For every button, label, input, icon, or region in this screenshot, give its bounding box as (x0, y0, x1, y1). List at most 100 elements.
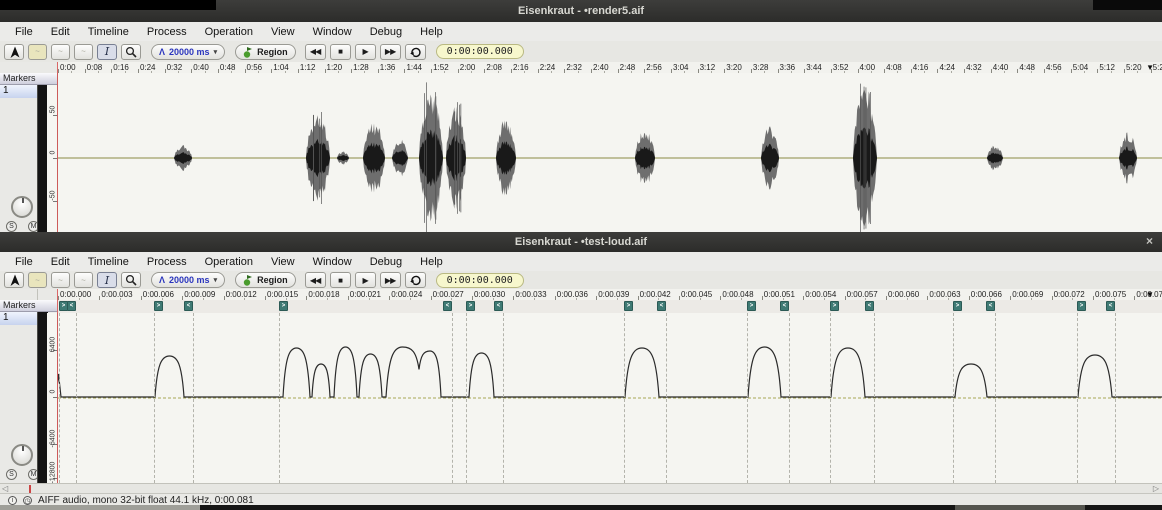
menu-item-edit[interactable]: Edit (42, 256, 79, 268)
ruler-menu-arrow[interactable]: ▼ (1146, 290, 1154, 299)
close-icon[interactable]: × (1146, 235, 1153, 247)
menu-item-help[interactable]: Help (411, 256, 452, 268)
marker-flag[interactable]: < (865, 301, 874, 311)
ruler-label: 1:52 (433, 63, 449, 72)
ruler-label: 3:36 (780, 63, 796, 72)
blend-toggle-3[interactable]: ~ (74, 272, 93, 288)
ruler-label: 2:24 (540, 63, 556, 72)
blend-toggle-1[interactable]: ~ (28, 44, 47, 60)
play-button[interactable]: ▶ (355, 44, 376, 60)
marker-flag[interactable]: < (986, 301, 995, 311)
ruler-label: 5:04 (1073, 63, 1089, 72)
blend-toggle-3[interactable]: ~ (74, 44, 93, 60)
menu-item-timeline[interactable]: Timeline (79, 256, 138, 268)
waveform-canvas[interactable] (58, 313, 1162, 483)
blend-icon-1: ~ (35, 276, 40, 285)
marker-flag-strip[interactable]: ><><><><><><><><>< (58, 300, 1162, 314)
gain-knob[interactable] (11, 196, 33, 218)
menu-item-view[interactable]: View (262, 26, 304, 38)
blend-toggle-2[interactable]: ~ (51, 44, 70, 60)
pointer-icon (8, 273, 20, 287)
marker-flag[interactable]: > (1077, 301, 1086, 311)
play-button[interactable]: ▶ (355, 272, 376, 288)
marker-flag[interactable]: > (154, 301, 163, 311)
region-button[interactable]: Region (235, 44, 296, 60)
menu-item-file[interactable]: File (6, 26, 42, 38)
amplitude-label: 6400 (50, 334, 57, 356)
marker-flag[interactable]: > (953, 301, 962, 311)
ruler-label: 0:00.021 (350, 290, 381, 299)
titlebar[interactable]: Eisenkraut - •test-loud.aif × (0, 232, 1162, 252)
time-display[interactable]: 0:00:00.000 (436, 44, 524, 59)
pointer-icon (8, 45, 20, 59)
menu-item-file[interactable]: File (6, 256, 42, 268)
marker-list-item[interactable]: 1 (0, 312, 37, 325)
marker-flag[interactable]: < (184, 301, 193, 311)
ibeam-tool-button[interactable]: I (97, 272, 117, 288)
ruler-menu-arrow[interactable]: ▼ (1146, 63, 1154, 72)
menu-item-edit[interactable]: Edit (42, 26, 79, 38)
marker-flag[interactable]: > (747, 301, 756, 311)
stop-icon: ■ (338, 276, 342, 285)
menu-item-debug[interactable]: Debug (361, 26, 411, 38)
scroll-position-mark (29, 485, 31, 493)
ruler-label: 0:00.033 (515, 290, 546, 299)
menu-item-process[interactable]: Process (138, 26, 196, 38)
zoom-tool-button[interactable] (121, 44, 141, 60)
marker-flag[interactable]: < (494, 301, 503, 311)
marker-flag[interactable]: < (657, 301, 666, 311)
fast-forward-button[interactable]: ▶▶ (380, 44, 401, 60)
rewind-button[interactable]: ◀◀ (305, 272, 326, 288)
marker-flag[interactable]: > (279, 301, 288, 311)
ruler-label: 4:08 (886, 63, 902, 72)
marker-flag[interactable]: < (1106, 301, 1115, 311)
marker-flag[interactable]: < (443, 301, 452, 311)
marker-flag[interactable]: > (624, 301, 633, 311)
blend-toggle-2[interactable]: ~ (51, 272, 70, 288)
stop-button[interactable]: ■ (330, 272, 351, 288)
timebase-dropdown[interactable]: Λ 20000 ms ▾ (151, 44, 225, 60)
menu-item-window[interactable]: Window (304, 26, 361, 38)
blend-icon-2: ~ (58, 47, 63, 56)
rewind-icon: ◀◀ (310, 276, 320, 285)
stop-button[interactable]: ■ (330, 44, 351, 60)
ruler-label: 2:40 (593, 63, 609, 72)
ruler-label: 4:40 (993, 63, 1009, 72)
zoom-tool-button[interactable] (121, 272, 141, 288)
ibeam-tool-button[interactable]: I (97, 44, 117, 60)
loop-button[interactable] (405, 44, 426, 60)
timebase-dropdown[interactable]: Λ 20000 ms ▾ (151, 272, 225, 288)
menu-item-window[interactable]: Window (304, 256, 361, 268)
marker-list-item[interactable]: 1 (0, 85, 37, 98)
solo-button[interactable]: S (6, 469, 17, 480)
menu-item-operation[interactable]: Operation (196, 256, 262, 268)
ruler-label: 1:20 (327, 63, 343, 72)
time-display[interactable]: 0:00:00.000 (436, 273, 524, 288)
menu-item-help[interactable]: Help (411, 26, 452, 38)
fast-forward-button[interactable]: ▶▶ (380, 272, 401, 288)
menubar: FileEditTimelineProcessOperationViewWind… (0, 22, 1162, 42)
pointer-tool-button[interactable] (4, 272, 24, 288)
blend-toggle-1[interactable]: ~ (28, 272, 47, 288)
menu-item-process[interactable]: Process (138, 256, 196, 268)
gain-knob[interactable] (11, 444, 33, 466)
menu-item-operation[interactable]: Operation (196, 26, 262, 38)
marker-flag[interactable]: > (830, 301, 839, 311)
solo-button[interactable]: S (6, 221, 17, 232)
rewind-button[interactable]: ◀◀ (305, 44, 326, 60)
region-button[interactable]: Region (235, 272, 296, 288)
menu-item-view[interactable]: View (262, 256, 304, 268)
ruler-label: 0:00.045 (681, 290, 712, 299)
region-icon (243, 274, 253, 286)
menu-item-debug[interactable]: Debug (361, 256, 411, 268)
marker-flag[interactable]: > (466, 301, 475, 311)
menu-item-timeline[interactable]: Timeline (79, 26, 138, 38)
ruler-label: 0:00.075 (1095, 290, 1126, 299)
pointer-tool-button[interactable] (4, 44, 24, 60)
loop-button[interactable] (405, 272, 426, 288)
ruler-label: 1:36 (380, 63, 396, 72)
marker-flag[interactable]: < (780, 301, 789, 311)
region-label: Region (257, 47, 288, 57)
waveform-canvas[interactable] (58, 73, 1162, 232)
marker-flag[interactable]: < (67, 301, 76, 311)
